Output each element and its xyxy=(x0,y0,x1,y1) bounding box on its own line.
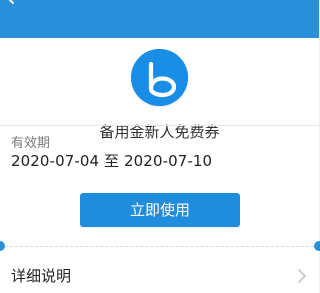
letter-b-logo-icon xyxy=(131,49,188,106)
coupon-card: 备用金新人免费券 有效期 2020-07-04 至 2020-07-10 立即使… xyxy=(0,38,320,293)
details-label: 详细说明 xyxy=(11,267,72,285)
validity-label: 有效期 xyxy=(11,136,51,151)
validity-range: 2020-07-04 至 2020-07-10 xyxy=(11,152,213,170)
dashed-separator xyxy=(0,246,319,247)
ticket-notch-right xyxy=(314,241,320,251)
details-row[interactable]: 详细说明 xyxy=(0,260,319,293)
ticket-notch-left xyxy=(0,241,5,251)
use-now-button[interactable]: 立即使用 xyxy=(80,193,240,227)
section-divider xyxy=(0,125,319,126)
back-arrow-icon[interactable] xyxy=(6,0,24,5)
chevron-right-icon xyxy=(297,268,307,284)
